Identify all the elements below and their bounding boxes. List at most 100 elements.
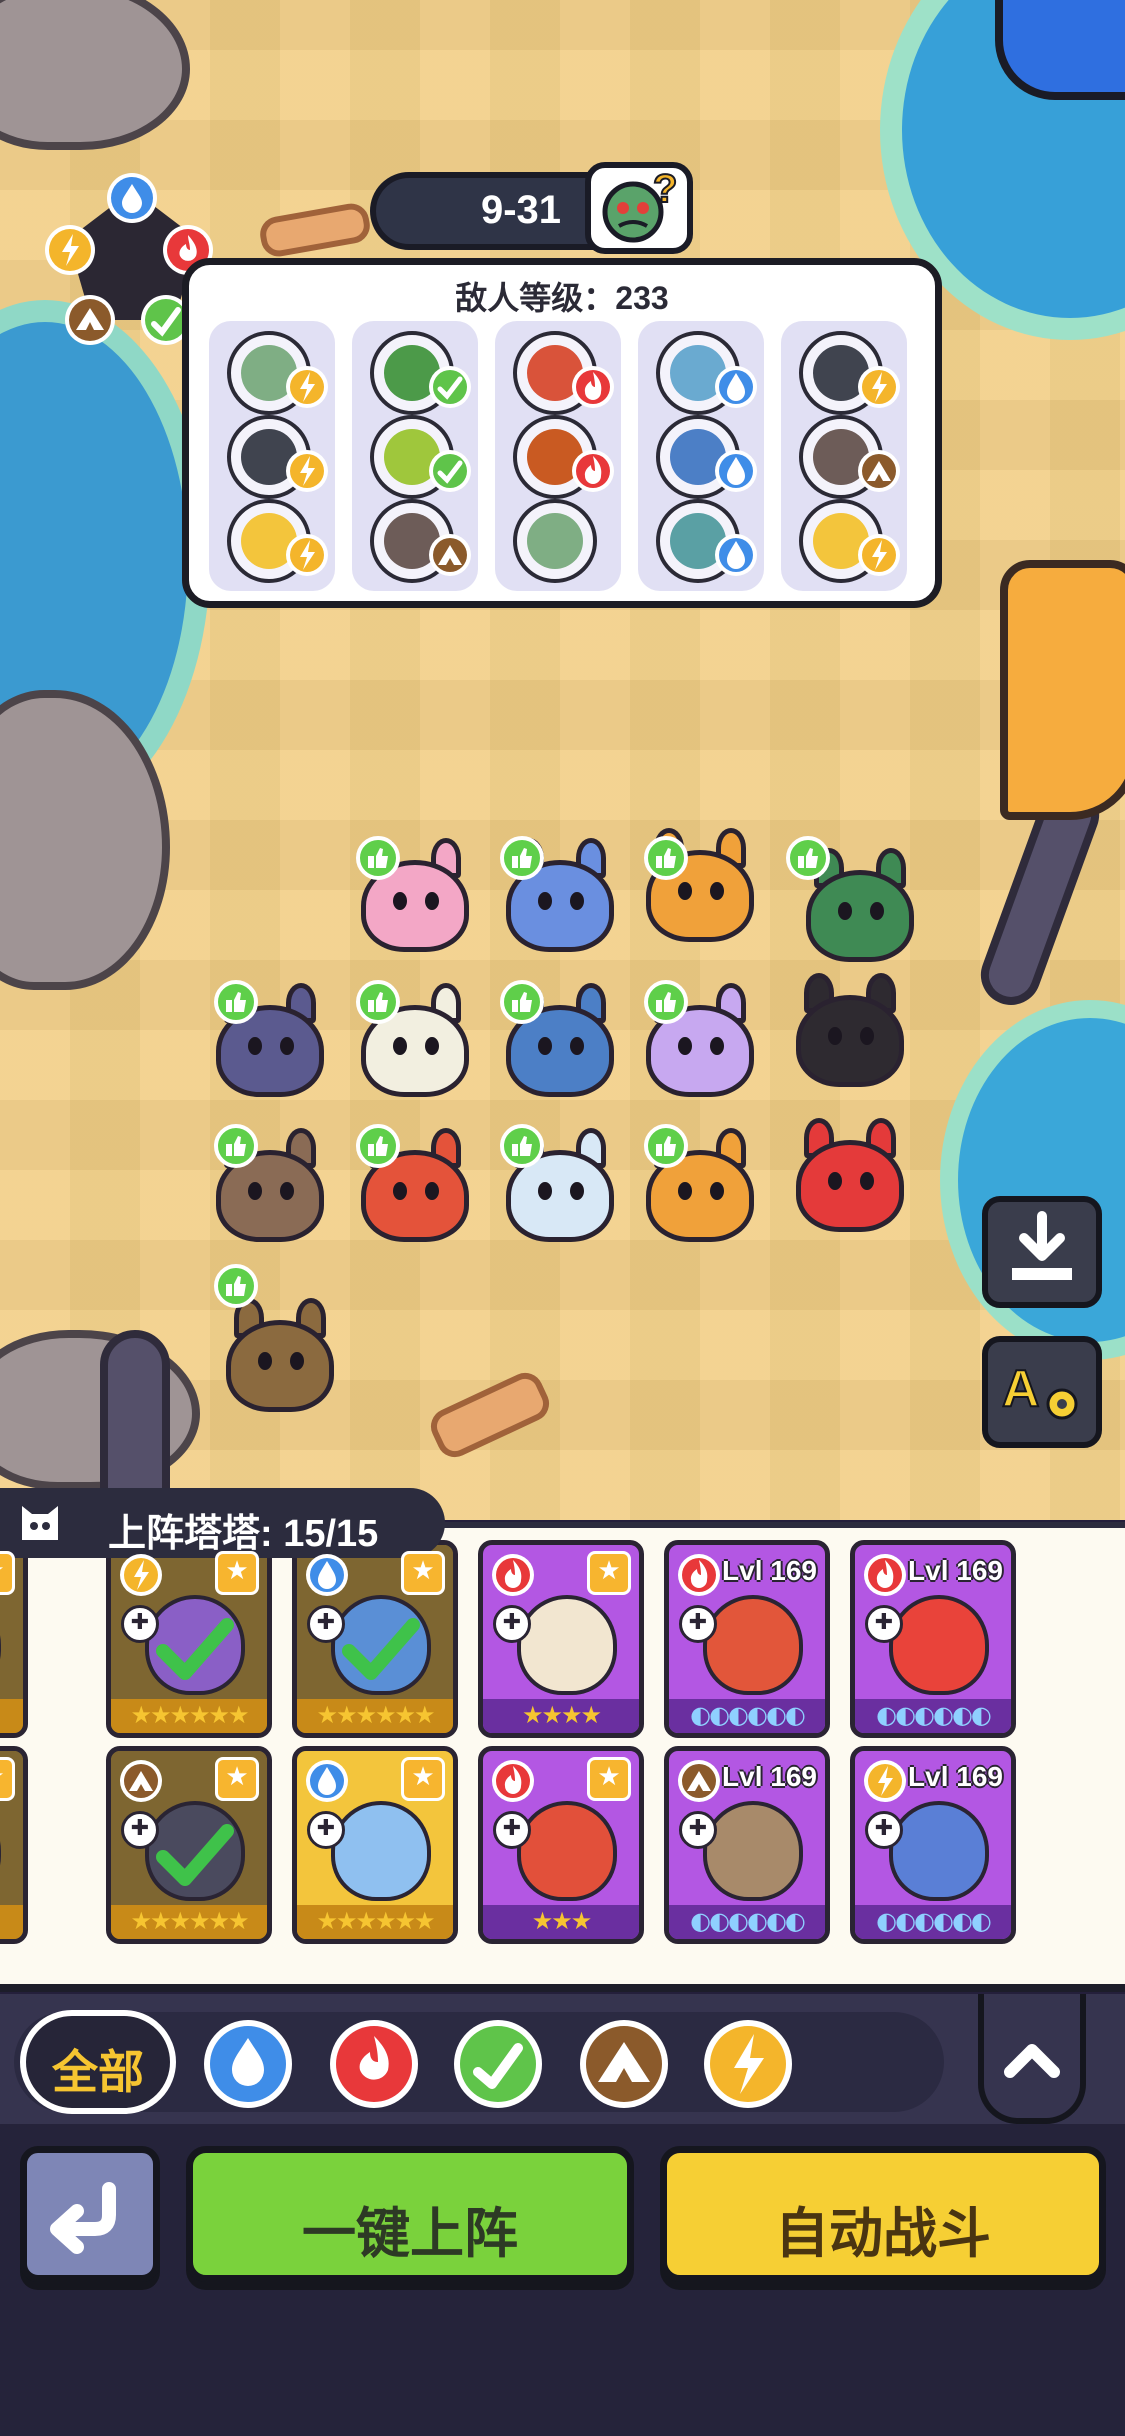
role-icon: ✚: [307, 1811, 345, 1849]
enemy-slot-yellow-fish[interactable]: [799, 499, 900, 583]
enemy-slot-yellow-fish[interactable]: [227, 499, 328, 583]
water-drop-icon: [107, 173, 157, 223]
card-star-rating: ★★★: [483, 1905, 639, 1939]
enemy-column: [638, 321, 764, 591]
plank-top: [257, 200, 373, 260]
thumbs-up-icon: [356, 980, 400, 1024]
enemy-slot-ninja-ghoul[interactable]: [799, 331, 900, 415]
filter-leaf-button[interactable]: [450, 2016, 546, 2112]
card-level: Lvl 169: [908, 1761, 1003, 1792]
lightning-element-icon: [863, 1759, 907, 1803]
leaf-element-icon: [428, 449, 472, 493]
tower-card[interactable]: ✚ ★ ★★★★: [478, 1540, 644, 1738]
deployed-check-icon: [156, 1824, 234, 1886]
player-unit[interactable]: [210, 1290, 350, 1420]
rock-element-icon: [119, 1759, 163, 1803]
filter-lightning-button[interactable]: [700, 2016, 796, 2112]
tower-card[interactable]: ✚ ★ ★★★★★★: [292, 1746, 458, 1944]
lightning-element-icon: [857, 533, 901, 577]
filter-fire-button[interactable]: [326, 2016, 422, 2112]
enemy-slot-lava-mask[interactable]: [513, 415, 614, 499]
card-level: Lvl 169: [722, 1555, 817, 1586]
action-bar: 一键上阵 自动战斗: [0, 2124, 1125, 2436]
rock-top-left: [0, 0, 190, 150]
download-icon: [1012, 1211, 1072, 1280]
enemy-column: [352, 321, 478, 591]
thumbs-up-icon: [644, 836, 688, 880]
card-level: Lvl 169: [908, 1555, 1003, 1586]
element-filter-bar: 全部: [0, 1994, 1125, 2124]
tower-card[interactable]: ✚ Lvl 169 ◐◐◐◐◐◐: [850, 1540, 1016, 1738]
lightning-element-icon: [285, 533, 329, 577]
filter-rock-button[interactable]: [576, 2016, 672, 2112]
card-level: Lvl 169: [722, 1761, 817, 1792]
lightning-element-icon: [119, 1553, 163, 1597]
enemy-slot-fire-zombie[interactable]: [513, 331, 614, 415]
tower-card[interactable]: ✚ ★ ★★★★★★: [292, 1540, 458, 1738]
tower-portrait: [517, 1801, 617, 1901]
thumbs-up-icon: [500, 1124, 544, 1168]
enemy-slot-water-hat[interactable]: [656, 415, 757, 499]
enemy-slot-rock-crab[interactable]: [799, 415, 900, 499]
enemy-slot-rock-crab[interactable]: [370, 499, 471, 583]
one-click-deploy-button[interactable]: 一键上阵: [186, 2146, 634, 2282]
card-star-rating: ◐◐◐◐◐◐: [669, 1905, 825, 1939]
cat-head-icon: [22, 1506, 58, 1540]
favorite-star-icon: ★: [0, 1551, 15, 1595]
fire-element-icon: [491, 1553, 535, 1597]
auto-settings-button[interactable]: A: [982, 1336, 1102, 1448]
enemy-slot-water-zombie[interactable]: [656, 331, 757, 415]
collapse-panel-button[interactable]: [978, 1994, 1086, 2124]
tower-card[interactable]: ✚ ★ ★★★: [478, 1746, 644, 1944]
tower-card[interactable]: ✚ Lvl 169 ◐◐◐◐◐◐: [664, 1540, 830, 1738]
back-button[interactable]: [20, 2146, 160, 2282]
thumbs-up-icon: [214, 1124, 258, 1168]
fire-element-icon: [491, 1759, 535, 1803]
enemy-slot-leaf-blob[interactable]: [370, 415, 471, 499]
fire-element-icon: [571, 449, 615, 493]
enemy-slot-green-zombie[interactable]: [513, 499, 597, 583]
roster-header: 上阵塔塔: 15/15: [0, 1488, 445, 1558]
player-unit[interactable]: [780, 1110, 920, 1240]
auto-battle-button[interactable]: 自动战斗: [660, 2146, 1106, 2282]
rock-element-icon: [677, 1759, 721, 1803]
player-unit[interactable]: [780, 965, 920, 1095]
tower-card[interactable]: ✚★★★: [0, 1540, 28, 1738]
filter-water-button[interactable]: [200, 2016, 296, 2112]
water-element-icon: [305, 1759, 349, 1803]
thumbs-up-icon: [644, 1124, 688, 1168]
thumbs-up-icon: [500, 980, 544, 1024]
tower-card[interactable]: ✚ Lvl 169 ◐◐◐◐◐◐: [850, 1746, 1016, 1944]
enemy-slot-blue-zombie[interactable]: [656, 499, 757, 583]
filter-all-button[interactable]: 全部: [20, 2010, 176, 2114]
card-star-rating: ★★★★★★: [111, 1905, 267, 1939]
auto-battle-label: 自动战斗: [775, 2204, 991, 2264]
tower-portrait: [889, 1801, 989, 1901]
tower-card[interactable]: ✚ ★ ★★★★★★: [106, 1540, 272, 1738]
tower-card[interactable]: ✚ Lvl 169 ◐◐◐◐◐◐: [664, 1746, 830, 1944]
auto-settings-icon: A: [1001, 1359, 1078, 1420]
card-star-rating: ★★★★★★: [297, 1699, 453, 1733]
fire-element-icon: [571, 365, 615, 409]
tower-card[interactable]: ✚★★★: [0, 1746, 28, 1944]
water-element-icon: [714, 365, 758, 409]
enemy-slot-green-zombie[interactable]: [227, 331, 328, 415]
deployed-check-icon: [156, 1618, 234, 1680]
return-arrow-icon: [50, 2182, 116, 2254]
tower-portrait: [331, 1801, 431, 1901]
enemy-slot-leaf-zombie[interactable]: [370, 331, 471, 415]
thumbs-up-icon: [786, 836, 830, 880]
thumbs-up-icon: [644, 980, 688, 1024]
water-element-icon: [714, 533, 758, 577]
player-unit[interactable]: [630, 820, 770, 950]
role-icon: ✚: [307, 1605, 345, 1643]
water-element-icon: [714, 449, 758, 493]
enemy-level-label: 敌人等级：233: [455, 280, 669, 316]
boss-info-button[interactable]: ?: [585, 162, 693, 254]
enemy-slot-ninja-ghoul[interactable]: [227, 415, 328, 499]
mystery-zombie-icon: ?: [602, 166, 678, 243]
mountain-icon: [65, 295, 115, 345]
card-star-rating: ★★★★: [483, 1699, 639, 1733]
tower-card[interactable]: ✚ ★ ★★★★★★: [106, 1746, 272, 1944]
save-formation-button[interactable]: [982, 1196, 1102, 1308]
